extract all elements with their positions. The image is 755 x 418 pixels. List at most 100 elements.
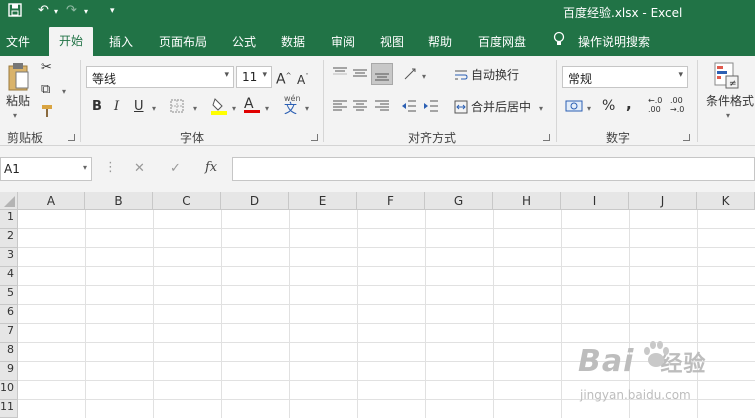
- number-format-select[interactable]: 常规 ▾: [562, 66, 688, 88]
- enter-icon[interactable]: ✓: [170, 161, 181, 177]
- tab-file[interactable]: 文件: [6, 33, 30, 50]
- row-header-11[interactable]: 11: [0, 400, 18, 418]
- phonetic-dropdown-icon[interactable]: ▾: [305, 104, 309, 113]
- font-color-dropdown-icon[interactable]: ▾: [265, 104, 269, 113]
- merge-center-icon[interactable]: [454, 100, 468, 119]
- number-launcher-icon[interactable]: [683, 134, 690, 141]
- column-header-c[interactable]: C: [153, 192, 221, 210]
- select-all-corner[interactable]: [0, 192, 18, 210]
- increase-decimal-icon[interactable]: ←.0 .00: [648, 96, 662, 114]
- tab-insert[interactable]: 插入: [109, 33, 133, 50]
- paste-label[interactable]: 粘贴: [6, 93, 30, 109]
- phonetic-guide-icon[interactable]: wén 文: [284, 94, 301, 117]
- tab-page-layout[interactable]: 页面布局: [159, 33, 207, 50]
- increase-decimal-top: ←.0: [648, 96, 663, 105]
- cancel-icon[interactable]: ✕: [134, 161, 145, 177]
- underline-dropdown-icon[interactable]: ▾: [152, 104, 156, 113]
- align-bottom-icon[interactable]: [371, 63, 393, 85]
- lightbulb-icon[interactable]: [553, 31, 565, 51]
- italic-icon[interactable]: I: [114, 99, 119, 115]
- formula-input[interactable]: [232, 157, 755, 181]
- align-top-icon[interactable]: [332, 66, 348, 85]
- name-box[interactable]: A1 ▾: [0, 157, 92, 181]
- orientation-icon[interactable]: [403, 67, 419, 86]
- row-header-5[interactable]: 5: [0, 286, 18, 305]
- tab-review[interactable]: 审阅: [331, 33, 355, 50]
- column-header-k[interactable]: K: [697, 192, 755, 210]
- wrap-text-icon[interactable]: [454, 68, 468, 87]
- wrap-text-label[interactable]: 自动换行: [471, 67, 519, 83]
- font-name-select[interactable]: 等线 ▾: [86, 66, 234, 88]
- increase-indent-icon[interactable]: [423, 99, 439, 118]
- align-left-icon[interactable]: [332, 99, 348, 118]
- redo-dropdown-icon[interactable]: ▾: [84, 7, 88, 16]
- tab-formulas[interactable]: 公式: [232, 33, 256, 50]
- accounting-dropdown-icon[interactable]: ▾: [587, 104, 591, 113]
- row-header-8[interactable]: 8: [0, 343, 18, 362]
- row-header-6[interactable]: 6: [0, 305, 18, 324]
- watermark-main-text: Bai: [578, 344, 635, 379]
- conditional-format-icon[interactable]: ≠: [714, 62, 740, 95]
- percent-icon[interactable]: %: [602, 98, 615, 114]
- tab-data[interactable]: 数据: [281, 33, 305, 50]
- fill-color-icon[interactable]: [211, 97, 227, 120]
- tab-view[interactable]: 视图: [380, 33, 404, 50]
- accounting-format-icon[interactable]: [565, 98, 583, 119]
- row-header-3[interactable]: 3: [0, 248, 18, 267]
- paste-icon[interactable]: [7, 62, 31, 97]
- decrease-decimal-icon[interactable]: .00 →.0: [670, 96, 684, 114]
- conditional-format-label[interactable]: 条件格式: [706, 93, 754, 109]
- save-icon[interactable]: [8, 3, 22, 21]
- tab-home[interactable]: 开始: [49, 27, 94, 56]
- row-header-7[interactable]: 7: [0, 324, 18, 343]
- align-middle-icon[interactable]: [352, 66, 368, 85]
- cut-icon[interactable]: ✂: [41, 60, 52, 76]
- column-header-b[interactable]: B: [85, 192, 153, 210]
- row-header-2[interactable]: 2: [0, 229, 18, 248]
- column-header-d[interactable]: D: [221, 192, 289, 210]
- column-header-e[interactable]: E: [289, 192, 357, 210]
- borders-dropdown-icon[interactable]: ▾: [193, 104, 197, 113]
- redo-icon[interactable]: ↷: [66, 3, 77, 18]
- font-launcher-icon[interactable]: [311, 134, 318, 141]
- column-header-f[interactable]: F: [357, 192, 425, 210]
- tell-me-search[interactable]: 操作说明搜索: [578, 33, 650, 50]
- column-header-i[interactable]: I: [561, 192, 629, 210]
- alignment-launcher-icon[interactable]: [543, 134, 550, 141]
- borders-icon[interactable]: [170, 99, 184, 118]
- customize-quick-access-icon[interactable]: ▾: [110, 6, 115, 16]
- format-painter-icon[interactable]: [41, 104, 55, 123]
- bold-icon[interactable]: B: [92, 99, 102, 115]
- font-color-icon[interactable]: A: [244, 96, 260, 113]
- column-header-h[interactable]: H: [493, 192, 561, 210]
- tab-baidu-netdisk[interactable]: 百度网盘: [478, 33, 526, 50]
- increase-font-icon[interactable]: A^: [276, 68, 291, 88]
- merge-center-dropdown-icon[interactable]: ▾: [539, 104, 543, 113]
- column-header-a[interactable]: A: [18, 192, 85, 210]
- underline-icon[interactable]: U: [134, 99, 144, 115]
- copy-icon[interactable]: ⧉: [41, 82, 50, 98]
- row-header-1[interactable]: 1: [0, 210, 18, 229]
- row-header-9[interactable]: 9: [0, 362, 18, 381]
- conditional-format-dropdown-icon[interactable]: ▾: [726, 111, 730, 120]
- orientation-dropdown-icon[interactable]: ▾: [422, 72, 426, 81]
- paste-dropdown-icon[interactable]: ▾: [13, 111, 17, 120]
- tab-help[interactable]: 帮助: [428, 33, 452, 50]
- decrease-indent-icon[interactable]: [401, 99, 417, 118]
- clipboard-launcher-icon[interactable]: [68, 134, 75, 141]
- undo-icon[interactable]: ↶: [38, 3, 49, 18]
- row-header-10[interactable]: 10: [0, 381, 18, 400]
- align-right-icon[interactable]: [374, 99, 390, 118]
- column-header-g[interactable]: G: [425, 192, 493, 210]
- row-header-4[interactable]: 4: [0, 267, 18, 286]
- merge-center-label[interactable]: 合并后居中: [471, 99, 531, 115]
- decrease-font-icon[interactable]: Aˇ: [297, 69, 309, 88]
- font-size-select[interactable]: 11 ▾: [236, 66, 272, 88]
- copy-dropdown-icon[interactable]: ▾: [62, 87, 66, 96]
- column-header-j[interactable]: J: [629, 192, 697, 210]
- comma-style-icon[interactable]: ,: [626, 96, 632, 112]
- fill-color-dropdown-icon[interactable]: ▾: [232, 104, 236, 113]
- undo-dropdown-icon[interactable]: ▾: [54, 7, 58, 16]
- insert-function-icon[interactable]: fx: [205, 160, 217, 176]
- align-center-icon[interactable]: [352, 99, 368, 118]
